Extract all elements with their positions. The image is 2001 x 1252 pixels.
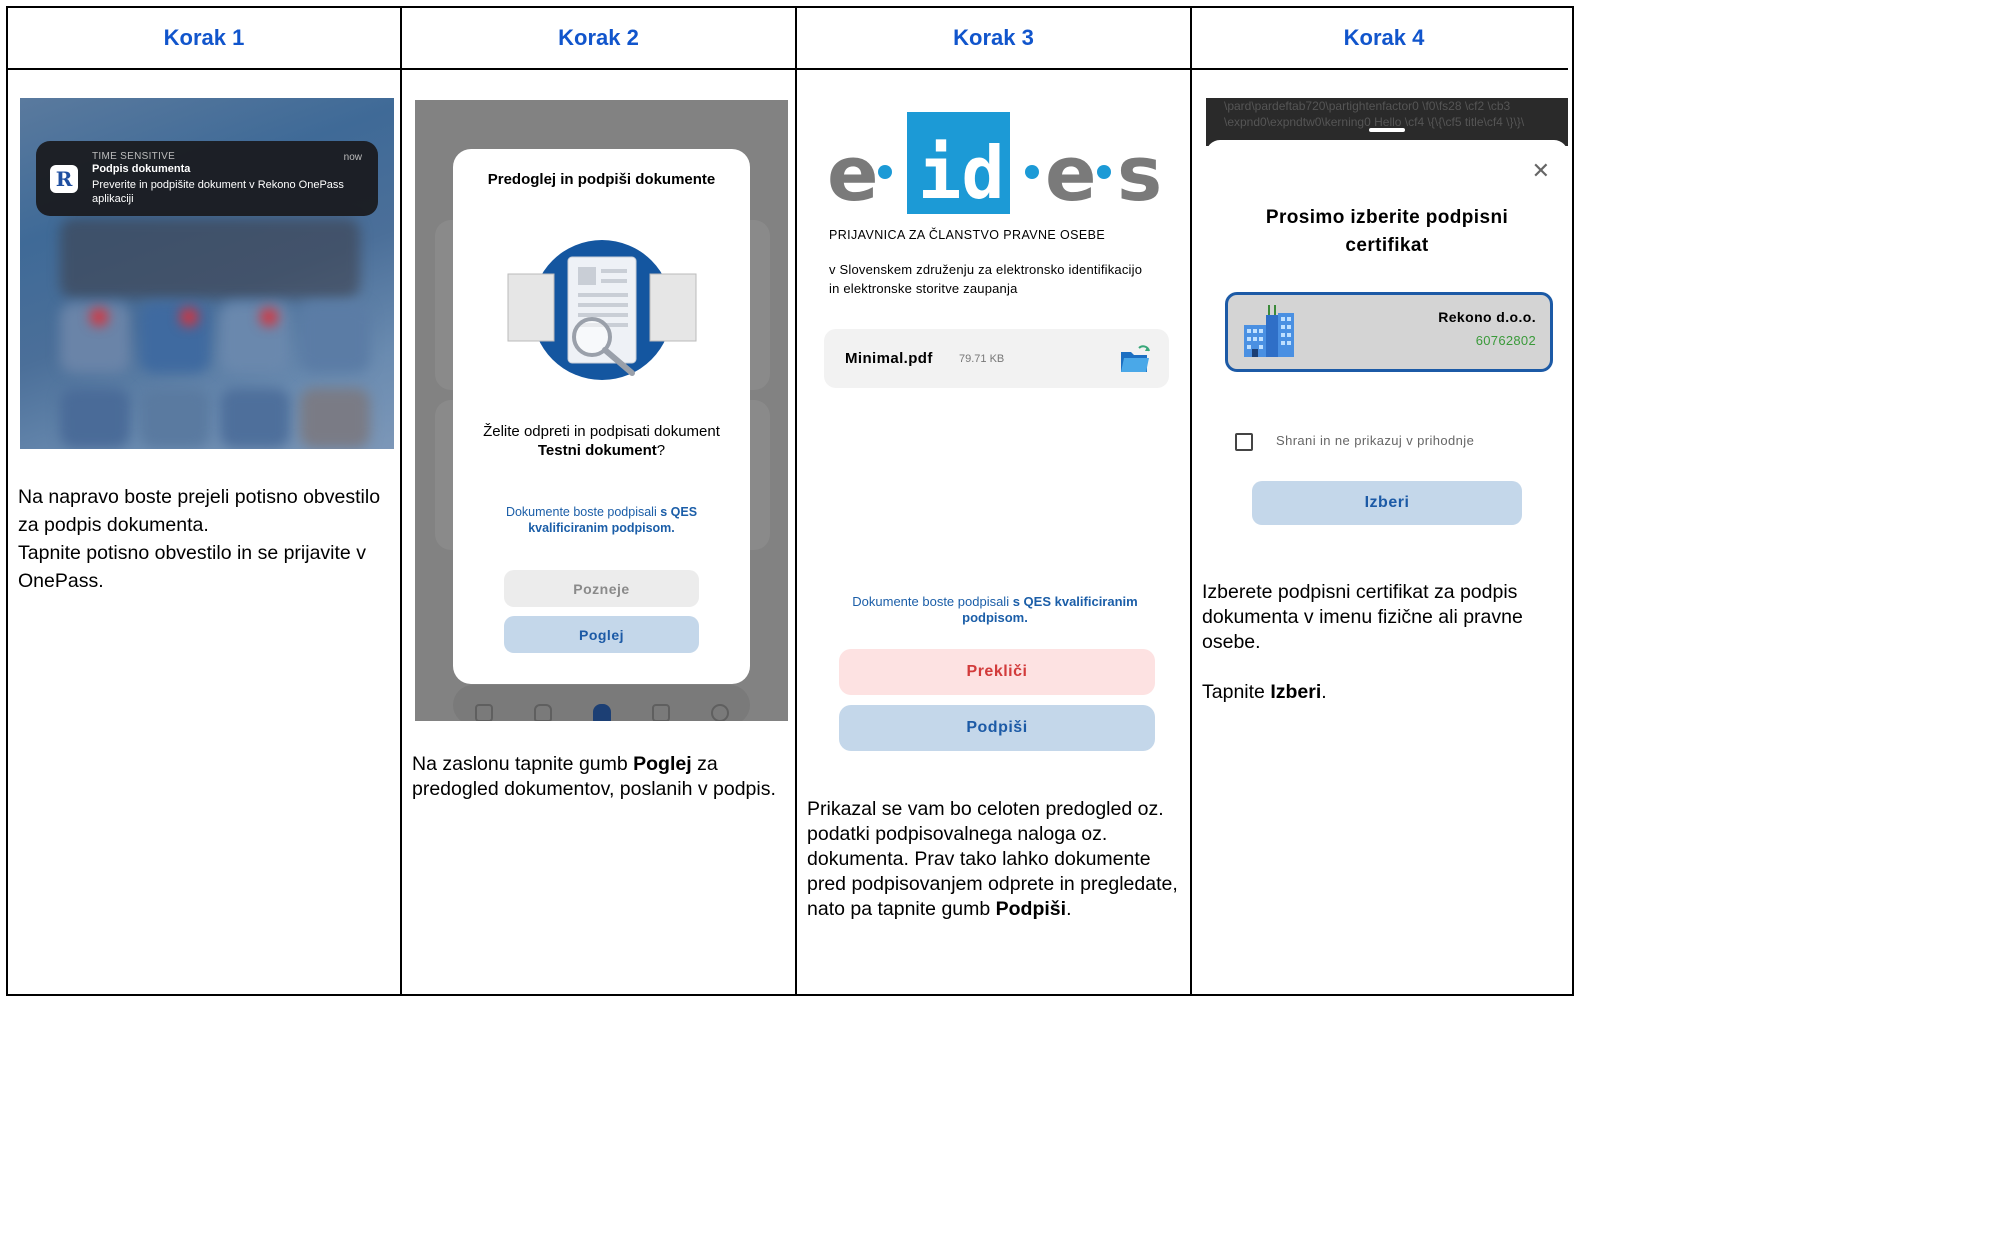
step4-description-bold: Izberi [1270, 681, 1322, 703]
view-button[interactable]: Poglej [504, 616, 699, 653]
document-search-icon [507, 240, 697, 380]
gear-nav-icon [711, 704, 729, 721]
logo-letter-e1: e [827, 129, 879, 214]
step3-description-bold: Podpiši [995, 898, 1067, 920]
background-code-text: \pard\pardeftab720\partightenfactor0 \f0… [1206, 98, 1568, 146]
step2-modal-screenshot: Predoglej in podpiši dokumente Želite od… [415, 100, 788, 721]
step2-description-text: Na zaslonu tapnite gumb [412, 753, 634, 775]
header-step-4: Korak 4 [1343, 25, 1425, 50]
header-divider [6, 68, 1568, 70]
step3-description-text: Prikazal se vam bo celoten predogled oz.… [807, 798, 1178, 920]
qes-note: Dokumente boste podpisali s QES kvalific… [473, 504, 730, 536]
qes-note-text: Dokumente boste podpisali [852, 594, 1013, 609]
sheet-grabber[interactable] [1369, 128, 1405, 132]
file-size: 79.71 KB [959, 353, 1005, 365]
header-step-3: Korak 3 [953, 25, 1034, 50]
qes-note: Dokumente boste podpisali s QES kvalific… [829, 594, 1161, 626]
step1-description-line-1: Na napravo boste prejeli potisno obvesti… [18, 486, 381, 536]
lock-nav-icon [534, 704, 552, 721]
step4-description-tail: . [1321, 681, 1327, 703]
step4-description-text: Tapnite [1202, 681, 1271, 703]
eid-es-logo: e id e s [827, 112, 1162, 214]
step1-lockscreen-screenshot: R TIME SENSITIVE now Podpis dokumenta Pr… [20, 98, 394, 449]
notification-body: Preverite in podpišite dokument v Rekono… [92, 179, 344, 205]
open-sign-question: Želite odpreti in podpisati dokument Tes… [473, 422, 730, 460]
step4-certificate-screenshot: \pard\pardeftab720\partightenfactor0 \f0… [1206, 98, 1568, 549]
form-title: PRIJAVNICA ZA ČLANSTVO PRAVNE OSEBE [829, 228, 1106, 242]
step3-description: Prikazal se vam bo celoten predogled oz.… [807, 797, 1182, 922]
step4-description-line-2: Tapnite Izberi. [1202, 680, 1562, 705]
notification-title: Podpis dokumenta [92, 163, 191, 175]
document-nav-icon [475, 704, 493, 721]
file-name: Minimal.pdf [845, 350, 933, 367]
logo-letter-e2: e [1045, 129, 1097, 214]
notification-time: now [343, 152, 362, 163]
step1-description-line-2: Tapnite potisno obvestilo in se prijavit… [18, 542, 366, 592]
remember-checkbox-label: Shrani in ne prikazuj v prihodnje [1276, 433, 1475, 448]
step3-document-screenshot: e id e s PRIJAVNICA ZA ČLANSTVO PRAVNE O… [815, 100, 1175, 780]
logo-letter-id: id [918, 131, 1005, 214]
header-step-1: Korak 1 [163, 25, 245, 50]
push-notification[interactable]: R TIME SENSITIVE now Podpis dokumenta Pr… [36, 141, 378, 216]
qes-note-text: Dokumente boste podpisali [505, 505, 661, 519]
sheet-title: Prosimo izberite podpisni certifikat [1265, 207, 1509, 256]
logo-letter-s: s [1117, 129, 1162, 214]
card-nav-icon [652, 704, 670, 721]
open-folder-icon[interactable] [1119, 344, 1151, 374]
certificate-sheet: ✕ Prosimo izberite podpisni certifikat R… [1206, 140, 1568, 549]
step2-description: Na zaslonu tapnite gumb Poglej za predog… [412, 752, 782, 802]
question-text: Želite odpreti in podpisati dokument [483, 423, 720, 440]
step4-description: Izberete podpisni certifikat za podpis d… [1202, 580, 1562, 705]
column-divider [795, 6, 797, 996]
form-subtitle: v Slovenskem združenju za elektronsko id… [829, 262, 1143, 296]
question-mark: ? [656, 442, 666, 459]
close-icon[interactable]: ✕ [1532, 158, 1550, 184]
certificate-option[interactable]: Rekono d.o.o. 60762802 [1225, 292, 1553, 372]
later-button[interactable]: Pozneje [504, 570, 699, 607]
remember-checkbox[interactable] [1235, 433, 1253, 451]
document-name: Testni dokument [537, 442, 657, 459]
rekono-app-icon: R [50, 165, 78, 193]
sign-button[interactable]: Podpiši [839, 705, 1155, 751]
certificate-id: 60762802 [1475, 333, 1536, 348]
column-divider [400, 6, 402, 996]
column-divider [1190, 6, 1192, 996]
building-icon [1244, 305, 1294, 357]
cancel-button[interactable]: Prekliči [839, 649, 1155, 695]
sign-preview-modal: Predoglej in podpiši dokumente Želite od… [453, 149, 750, 684]
modal-title: Predoglej in podpiši dokumente [487, 171, 716, 188]
step1-description: Na napravo boste prejeli potisno obvesti… [18, 483, 388, 595]
step2-description-bold: Poglej [633, 753, 692, 775]
header-step-2: Korak 2 [558, 25, 639, 50]
file-row[interactable]: Minimal.pdf 79.71 KB [824, 329, 1169, 388]
certificate-name: Rekono d.o.o. [1438, 309, 1536, 325]
step3-description-tail: . [1066, 898, 1072, 920]
select-button[interactable]: Izberi [1252, 481, 1522, 525]
notification-tag: TIME SENSITIVE [92, 151, 176, 162]
home-nav-icon [593, 704, 611, 721]
step4-description-line-1: Izberete podpisni certifikat za podpis d… [1202, 581, 1523, 653]
